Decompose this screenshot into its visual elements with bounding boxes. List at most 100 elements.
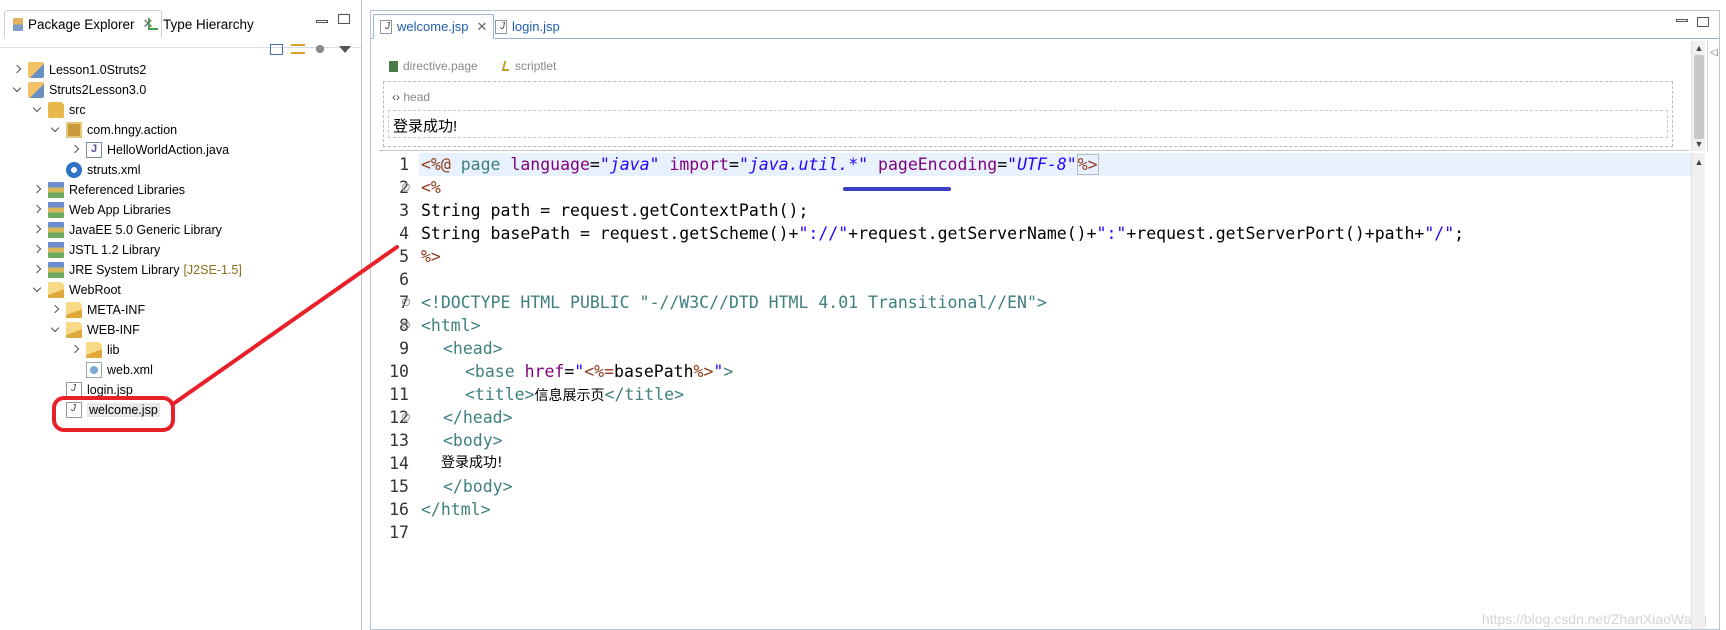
head-label: ‹› head [392,90,430,104]
minimize-icon[interactable] [316,20,328,23]
expand-chevron-icon[interactable] [32,265,42,275]
collapse-chevron-icon[interactable] [50,125,60,135]
crumb-label: directive.page [403,59,478,73]
expand-chevron-icon[interactable] [32,185,42,195]
line-number: 13 [389,431,409,450]
collapse-pane-icon[interactable]: ◁ [1710,47,1718,58]
folder-icon [66,302,82,318]
library-icon [48,222,64,238]
tree-item-label: struts.xml [87,163,141,177]
head-element-box[interactable]: ‹› head 登录成功! [383,81,1673,147]
fold-toggle-icon[interactable]: − [402,298,410,306]
tree-item-helloworldaction[interactable]: HelloWorldAction.java [70,140,229,160]
collapse-chevron-icon[interactable] [12,85,22,95]
view-menu-chevron-down-icon[interactable] [339,45,351,53]
fold-toggle-icon[interactable]: − [402,183,410,191]
code-line-16: </html> [421,500,491,519]
line-number: 6 [399,270,409,289]
expand-chevron-icon[interactable] [50,305,60,315]
tree-item-javaee-library[interactable]: JavaEE 5.0 Generic Library [32,220,222,240]
token: " [574,362,585,381]
token: <%= [584,362,615,381]
line-number: 5 [399,247,409,266]
tree-item-package[interactable]: com.hngy.action [50,120,177,140]
tree-item-web-app-libraries[interactable]: Web App Libraries [32,200,171,220]
eclipse-workbench: Package Explorer ✕ Type Hierarchy Lesson… [0,0,1726,630]
collapse-all-icon[interactable] [270,43,283,55]
collapse-chevron-icon[interactable] [50,325,60,335]
tree-item-web-xml[interactable]: web.xml [70,360,153,380]
expand-chevron-icon[interactable] [12,65,22,75]
tree-item-jre-library[interactable]: JRE System Library [J2SE-1.5] [32,260,242,280]
code-line-5: %> [421,247,441,266]
head-tag-icon: ‹› [392,90,400,104]
scroll-thumb[interactable] [1694,55,1704,139]
tree-item-label: JSTL 1.2 Library [69,243,161,257]
code-line-3: String path = request.getContextPath(); [421,201,809,220]
expand-chevron-icon[interactable] [32,205,42,215]
tree-item-web-inf[interactable]: WEB-INF [50,320,140,340]
source-editor[interactable]: 1 2 3 4 5 6 7 8 9 10 11 12 13 14 15 16 1… [371,153,1707,629]
fold-toggle-icon[interactable]: − [402,321,410,329]
tab-welcome-jsp[interactable]: welcome.jsp ✕ [373,14,495,39]
tree-item-jstl-library[interactable]: JSTL 1.2 Library [32,240,160,260]
tab-type-hierarchy[interactable]: Type Hierarchy [140,10,262,38]
expand-chevron-icon[interactable] [32,225,42,235]
close-icon[interactable]: ✕ [477,19,488,35]
token: import [659,155,729,174]
expand-chevron-icon[interactable] [32,245,42,255]
tab-package-explorer[interactable]: Package Explorer ✕ [4,10,163,38]
tab-login-jsp[interactable]: login.jsp [489,14,566,39]
design-vertical-scrollbar[interactable]: ▲ ▼ [1691,41,1705,151]
maximize-icon[interactable] [1697,17,1709,27]
token: 信息展示页 [534,388,605,404]
token: ":" [1096,224,1127,243]
minimize-icon[interactable] [1676,19,1688,22]
project-icon [28,82,44,98]
token: " [713,362,724,381]
project-icon [28,62,44,78]
crumb-scriptlet[interactable]: scriptlet [501,59,556,73]
tab-label: Type Hierarchy [163,16,254,32]
scroll-up-icon[interactable]: ▲ [1694,157,1704,167]
jsp-file-icon [66,402,82,418]
expand-chevron-icon[interactable] [70,145,80,155]
tree-item-label: src [69,103,86,117]
fold-toggle-icon[interactable]: − [402,413,410,421]
tree-item-src[interactable]: src [32,100,86,120]
collapse-chevron-icon[interactable] [32,105,42,115]
scroll-down-icon[interactable]: ▼ [1694,139,1704,149]
code-line-14: 登录成功! [441,455,503,471]
token: page [450,155,511,174]
watermark: https://blog.csdn.net/ZhanXiaoWang [1481,611,1707,627]
token: +request.getServerPort()+path+ [1126,224,1425,243]
maximize-icon[interactable] [338,14,350,24]
token: <%@ [421,155,451,174]
token: +request.getServerName()+ [848,224,1097,243]
code-line-15: </body> [443,477,513,496]
collapse-chevron-icon[interactable] [32,285,42,295]
expand-chevron-icon[interactable] [70,345,80,355]
gear-icon [66,162,82,178]
tree-item-label: Struts2Lesson3.0 [49,83,147,97]
tree-item-login-jsp[interactable]: login.jsp [50,380,133,400]
filter-icon[interactable] [313,42,327,56]
tree-item-webroot[interactable]: WebRoot [32,280,121,300]
type-hierarchy-icon [148,18,158,30]
tree-item-meta-inf[interactable]: META-INF [50,300,145,320]
crumb-directive-page[interactable]: directive.page [389,59,478,73]
token: "UTF-8" [1007,155,1077,174]
code-vertical-scrollbar[interactable]: ▲ [1691,153,1705,629]
tree-item-welcome-jsp[interactable]: welcome.jsp [50,400,160,420]
scroll-up-icon[interactable]: ▲ [1694,43,1704,53]
link-with-editor-icon[interactable] [291,44,305,54]
line-number: 17 [389,523,409,542]
tree-item-struts2lesson3[interactable]: Struts2Lesson3.0 [12,80,146,100]
tree-item-lesson1[interactable]: Lesson1.0Struts2 [12,60,146,80]
tree-item-lib[interactable]: lib [70,340,120,360]
tree-item-struts-xml[interactable]: struts.xml [50,160,140,180]
line-number: 14 [389,454,409,473]
tree-item-label: WEB-INF [87,323,140,337]
body-element-box[interactable]: 登录成功! [388,110,1668,138]
tree-item-referenced-libraries[interactable]: Referenced Libraries [32,180,185,200]
